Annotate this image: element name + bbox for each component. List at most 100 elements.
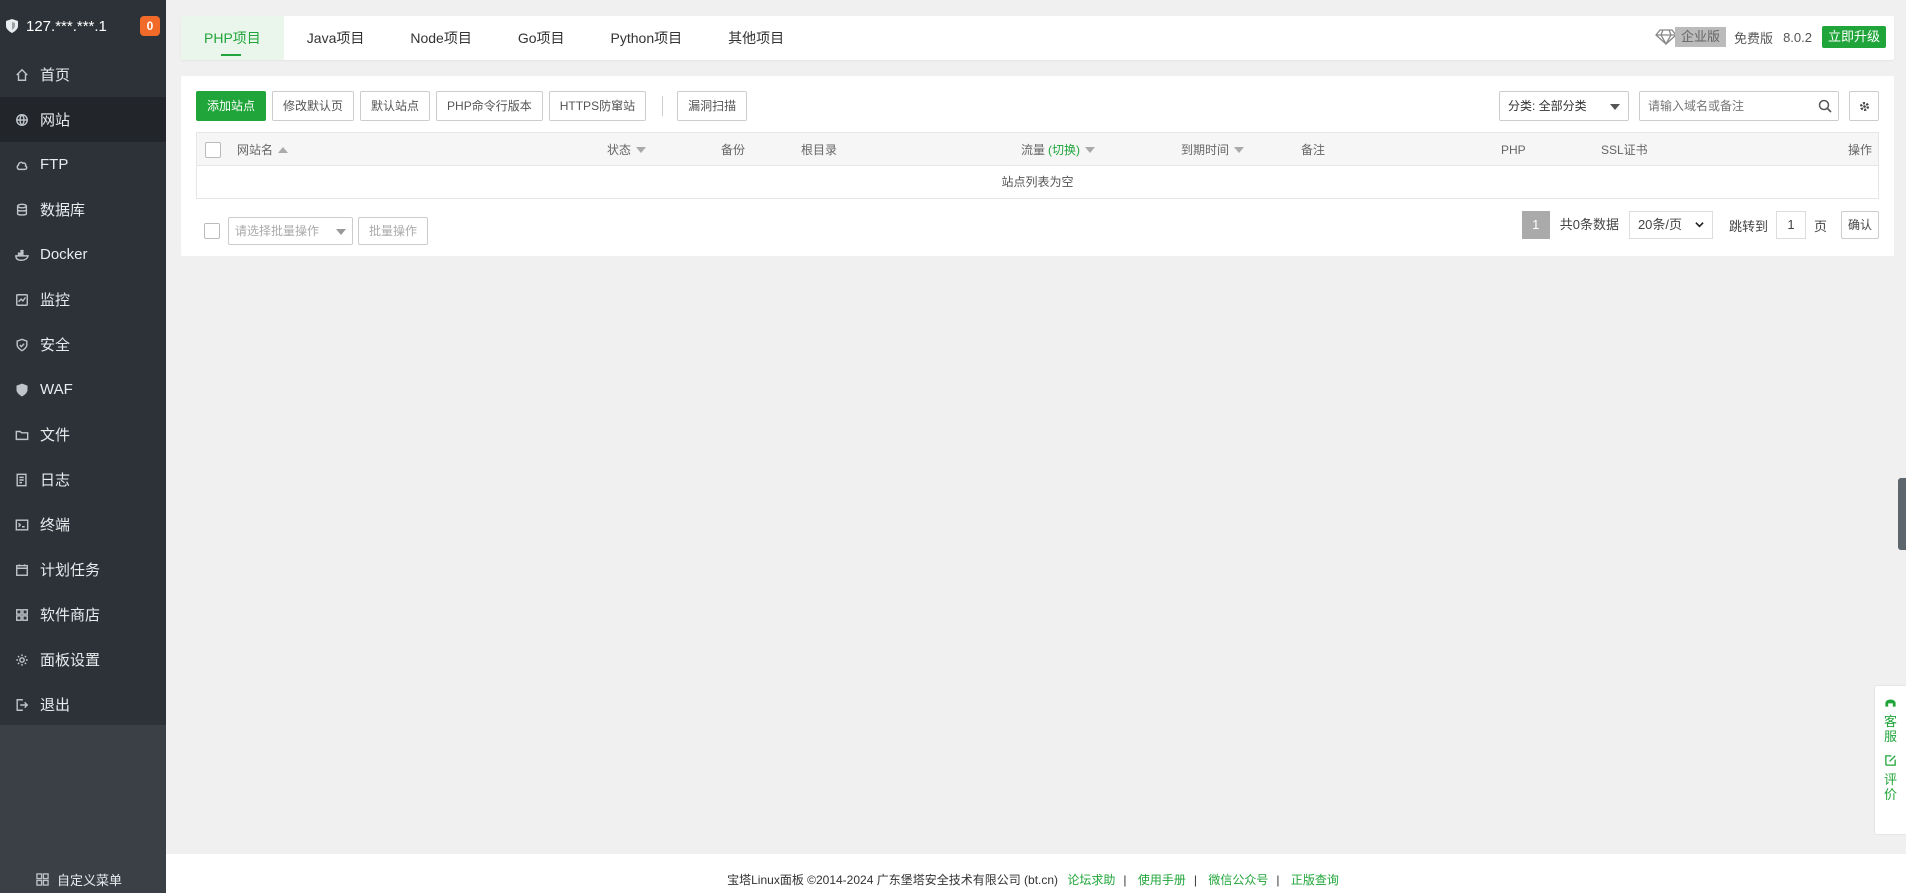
col-actions: 操作 — [1848, 133, 1872, 167]
col-site-name[interactable]: 网站名 — [237, 133, 289, 167]
sort-down-icon — [1234, 147, 1245, 153]
sort-down-icon — [1085, 147, 1096, 153]
side-handle[interactable] — [1898, 478, 1906, 550]
traffic-switch-link[interactable]: (切换) — [1048, 133, 1080, 167]
col-status[interactable]: 状态 — [607, 133, 647, 167]
footer-link-wechat[interactable]: 微信公众号 — [1208, 873, 1268, 887]
tab-go[interactable]: Go项目 — [495, 16, 588, 60]
server-shield-icon — [4, 18, 20, 34]
sidebar-item-database[interactable]: 数据库 — [0, 187, 166, 232]
terminal-icon — [14, 517, 30, 533]
jump-confirm-button[interactable]: 确认 — [1840, 211, 1879, 239]
select-all-checkbox[interactable] — [205, 142, 221, 158]
customer-service-button[interactable]: 客服 — [1875, 686, 1906, 744]
database-icon — [14, 202, 30, 218]
category-select[interactable]: 分类: 全部分类 — [1499, 91, 1629, 121]
enterprise-badge[interactable]: 企业版 — [1655, 27, 1727, 47]
sidebar-item-home[interactable]: 首页 — [0, 52, 166, 97]
globe-icon — [14, 112, 30, 128]
sidebar-item-terminal[interactable]: 终端 — [0, 502, 166, 547]
sidebar: 127.***.***.1 0 首页 网站 FTP 数据库 Docker 监控 … — [0, 0, 166, 893]
caret-down-icon — [1610, 104, 1620, 110]
edit-default-page-button[interactable]: 修改默认页 — [272, 91, 355, 121]
sidebar-item-label: FTP — [40, 156, 69, 173]
sidebar-item-docker[interactable]: Docker — [0, 232, 166, 277]
table-settings-button[interactable] — [1849, 91, 1879, 121]
col-actions-label: 操作 — [1847, 143, 1872, 157]
sidebar-item-logout[interactable]: 退出 — [0, 682, 166, 727]
tab-python[interactable]: Python项目 — [588, 16, 706, 60]
batch-select-checkbox[interactable] — [204, 223, 220, 239]
sidebar-item-files[interactable]: 文件 — [0, 412, 166, 457]
footer-link-manual[interactable]: 使用手册 — [1138, 873, 1186, 887]
col-expire[interactable]: 到期时间 — [1181, 133, 1245, 167]
review-label: 评价 — [1883, 772, 1897, 802]
sidebar-item-settings[interactable]: 面板设置 — [0, 637, 166, 682]
https-anti-hijack-button[interactable]: HTTPS防窜站 — [548, 91, 647, 121]
search-icon[interactable] — [1818, 99, 1832, 113]
sidebar-item-monitor[interactable]: 监控 — [0, 277, 166, 322]
php-cli-version-button[interactable]: PHP命令行版本 — [436, 91, 543, 121]
col-php: PHP — [1501, 133, 1526, 167]
sidebar-item-label: Docker — [40, 246, 88, 263]
sidebar-item-label: 监控 — [40, 292, 71, 309]
page-footer: 宝塔Linux面板 ©2014-2024 广东堡塔安全技术有限公司 (bt.cn… — [166, 854, 1906, 893]
footer-link-forum[interactable]: 论坛求助 — [1067, 873, 1115, 887]
page-current[interactable]: 1 — [1521, 211, 1550, 239]
project-tabs-bar: PHP项目 Java项目 Node项目 Go项目 Python项目 其他项目 企… — [181, 16, 1894, 60]
enterprise-label: 企业版 — [1675, 27, 1727, 47]
apps-icon — [14, 607, 30, 623]
logout-icon — [14, 697, 30, 713]
batch-action-button[interactable]: 批量操作 — [358, 217, 429, 245]
version-label: 8.0.2 — [1783, 29, 1812, 45]
footer-separator: | — [1123, 873, 1127, 887]
col-remark-label: 备注 — [1301, 143, 1326, 157]
notification-badge[interactable]: 0 — [140, 16, 160, 36]
sidebar-item-cron[interactable]: 计划任务 — [0, 547, 166, 592]
table-header: 网站名 状态 备份 根目录 流量 (切换) 到期时间 备注 PHP SSL证书 操… — [196, 132, 1879, 166]
footer-separator: | — [1193, 873, 1198, 887]
custom-menu-button[interactable]: 自定义菜单 — [36, 870, 122, 889]
server-ip: 127.***.***.1 — [26, 17, 107, 35]
footer-separator: | — [1276, 873, 1280, 887]
caret-down-icon — [336, 229, 346, 235]
tab-php[interactable]: PHP项目 — [181, 16, 284, 60]
diamond-icon — [1655, 29, 1677, 46]
batch-actions: 请选择批量操作 批量操作 — [204, 217, 429, 245]
calendar-icon — [14, 562, 30, 578]
review-button[interactable]: 评价 — [1875, 744, 1906, 802]
sidebar-item-security[interactable]: 安全 — [0, 322, 166, 367]
footer-link-license[interactable]: 正版查询 — [1291, 873, 1339, 887]
tab-java[interactable]: Java项目 — [284, 16, 388, 60]
default-site-button[interactable]: 默认站点 — [360, 91, 431, 121]
col-status-label: 状态 — [607, 143, 632, 157]
log-icon — [14, 472, 30, 488]
upgrade-button[interactable]: 立即升级 — [1821, 26, 1886, 48]
empty-table-message: 站点列表为空 — [196, 166, 1879, 199]
gear-icon — [1859, 101, 1869, 111]
tab-other[interactable]: 其他项目 — [705, 16, 807, 60]
col-remark: 备注 — [1301, 133, 1325, 167]
server-header[interactable]: 127.***.***.1 0 — [0, 0, 166, 52]
edition-info: 企业版 免费版 8.0.2 立即升级 — [1655, 24, 1886, 50]
table-footer: 请选择批量操作 批量操作 1 共0条数据 20条/页 跳转到 1 页 确认 — [196, 210, 1879, 245]
vuln-scan-button[interactable]: 漏洞扫描 — [677, 91, 748, 121]
sidebar-item-ftp[interactable]: FTP — [0, 142, 166, 187]
sidebar-item-label: 计划任务 — [40, 562, 101, 579]
sidebar-item-appstore[interactable]: 软件商店 — [0, 592, 166, 637]
sidebar-item-waf[interactable]: WAF — [0, 367, 166, 412]
search-box — [1639, 91, 1839, 121]
sidebar-item-logs[interactable]: 日志 — [0, 457, 166, 502]
per-page-select[interactable]: 20条/页 — [1628, 211, 1713, 239]
sidebar-item-website[interactable]: 网站 — [0, 97, 166, 142]
col-traffic[interactable]: 流量 (切换) — [1021, 133, 1096, 167]
col-expire-label: 到期时间 — [1181, 143, 1230, 157]
grid-icon — [36, 873, 49, 886]
add-site-button[interactable]: 添加站点 — [196, 91, 267, 121]
search-input[interactable] — [1640, 92, 1838, 120]
col-backup-label: 备份 — [721, 143, 746, 157]
tab-node[interactable]: Node项目 — [387, 16, 494, 60]
batch-action-select[interactable]: 请选择批量操作 — [228, 217, 353, 245]
shield-icon — [14, 337, 30, 353]
jump-page-input[interactable]: 1 — [1775, 211, 1806, 239]
